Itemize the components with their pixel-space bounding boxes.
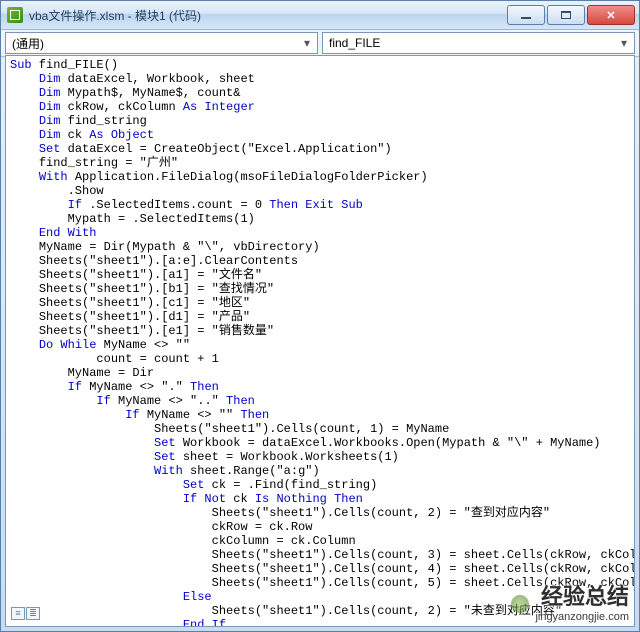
code-line[interactable]: Sheets("sheet1").Cells(count, 4) = sheet…: [10, 562, 635, 576]
code-editor[interactable]: Sub find_FILE() Dim dataExcel, Workbook,…: [5, 55, 635, 627]
object-dropdown-text: (通用): [12, 35, 299, 52]
code-line[interactable]: Sub find_FILE(): [10, 58, 118, 72]
code-line[interactable]: If MyName <> ".." Then: [10, 394, 255, 408]
chevron-down-icon: ▾: [299, 36, 315, 50]
code-line[interactable]: MyName = Dir(Mypath & "\", vbDirectory): [10, 240, 320, 254]
code-line[interactable]: Sheets("sheet1").Cells(count, 2) = "未查到对…: [10, 604, 562, 618]
code-line[interactable]: Sheets("sheet1").Cells(count, 3) = sheet…: [10, 548, 635, 562]
code-line[interactable]: Sheets("sheet1").[e1] = "销售数量": [10, 324, 274, 338]
code-line[interactable]: Sheets("sheet1").Cells(count, 1) = MyNam…: [10, 422, 449, 436]
code-line[interactable]: Sheets("sheet1").Cells(count, 5) = sheet…: [10, 576, 635, 590]
window-title: vba文件操作.xlsm - 模块1 (代码): [29, 7, 507, 24]
procedure-view-icon[interactable]: ≡: [11, 607, 25, 620]
procedure-dropdown-text: find_FILE: [329, 36, 616, 50]
code-line[interactable]: Dim find_string: [10, 114, 147, 128]
code-line[interactable]: Sheets("sheet1").[a1] = "文件名": [10, 268, 262, 282]
window-buttons: [507, 5, 635, 25]
code-line[interactable]: Set Workbook = dataExcel.Workbooks.Open(…: [10, 436, 601, 450]
code-line[interactable]: Else: [10, 590, 212, 604]
code-line[interactable]: Dim Mypath$, MyName$, count&: [10, 86, 240, 100]
code-line[interactable]: Set dataExcel = CreateObject("Excel.Appl…: [10, 142, 392, 156]
code-line[interactable]: With Application.FileDialog(msoFileDialo…: [10, 170, 428, 184]
object-dropdown[interactable]: (通用) ▾: [5, 32, 318, 54]
procedure-dropdown[interactable]: find_FILE ▾: [322, 32, 635, 54]
code-line[interactable]: Sheets("sheet1").[d1] = "产品": [10, 310, 250, 324]
view-mode-icons: ≡ ≣: [11, 607, 41, 621]
code-line[interactable]: count = count + 1: [10, 352, 219, 366]
code-line[interactable]: Set ck = .Find(find_string): [10, 478, 377, 492]
code-line[interactable]: Dim dataExcel, Workbook, sheet: [10, 72, 255, 86]
full-module-view-icon[interactable]: ≣: [26, 607, 40, 620]
code-line[interactable]: Set sheet = Workbook.Worksheets(1): [10, 450, 399, 464]
code-line[interactable]: Mypath = .SelectedItems(1): [10, 212, 255, 226]
code-line[interactable]: With sheet.Range("a:g"): [10, 464, 320, 478]
object-proc-selector-row: (通用) ▾ find_FILE ▾: [1, 30, 639, 57]
code-line[interactable]: Dim ck As Object: [10, 128, 154, 142]
minimize-button[interactable]: [507, 5, 545, 25]
code-line[interactable]: Sheets("sheet1").[c1] = "地区": [10, 296, 250, 310]
code-line[interactable]: find_string = "广州": [10, 156, 178, 170]
code-line[interactable]: If .SelectedItems.count = 0 Then Exit Su…: [10, 198, 363, 212]
code-line[interactable]: ckRow = ck.Row: [10, 520, 312, 534]
titlebar[interactable]: vba文件操作.xlsm - 模块1 (代码): [1, 1, 639, 30]
code-line[interactable]: Sheets("sheet1").[a:e].ClearContents: [10, 254, 298, 268]
code-line[interactable]: MyName = Dir: [10, 366, 154, 380]
code-line[interactable]: If MyName <> "." Then: [10, 380, 219, 394]
maximize-button[interactable]: [547, 5, 585, 25]
code-line[interactable]: If Not ck Is Nothing Then: [10, 492, 363, 506]
code-line[interactable]: End With: [10, 226, 96, 240]
chevron-down-icon: ▾: [616, 36, 632, 50]
code-line[interactable]: .Show: [10, 184, 104, 198]
code-line[interactable]: End If: [10, 618, 226, 627]
vbe-window: vba文件操作.xlsm - 模块1 (代码) (通用) ▾ find_FILE…: [0, 0, 640, 632]
app-icon: [7, 7, 23, 23]
code-line[interactable]: Do While MyName <> "": [10, 338, 190, 352]
code-line[interactable]: Sheets("sheet1").Cells(count, 2) = "查到对应…: [10, 506, 550, 520]
close-button[interactable]: [587, 5, 635, 25]
code-line[interactable]: ckColumn = ck.Column: [10, 534, 356, 548]
code-line[interactable]: If MyName <> "" Then: [10, 408, 269, 422]
code-line[interactable]: Sheets("sheet1").[b1] = "查找情况": [10, 282, 274, 296]
code-content[interactable]: Sub find_FILE() Dim dataExcel, Workbook,…: [6, 56, 634, 627]
code-line[interactable]: Dim ckRow, ckColumn As Integer: [10, 100, 255, 114]
